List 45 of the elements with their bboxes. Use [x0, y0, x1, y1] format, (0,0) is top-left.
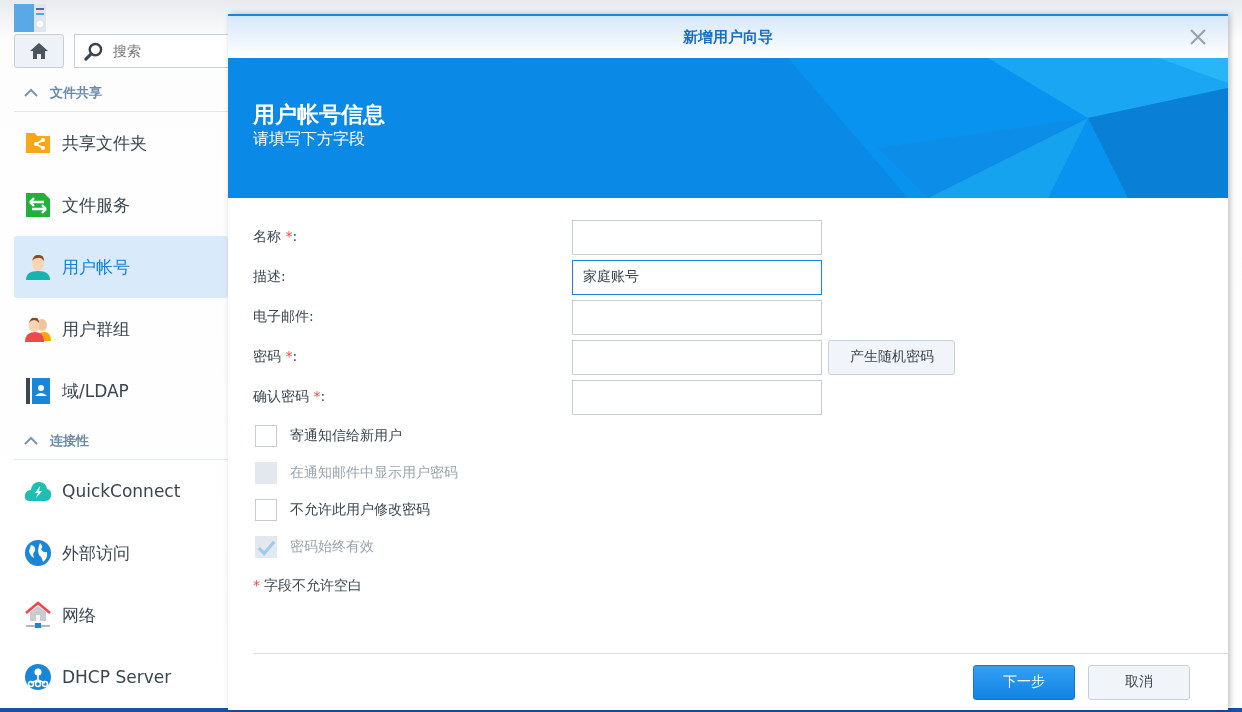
chevron-icon: [24, 436, 38, 445]
input-field[interactable]: [572, 219, 822, 255]
input-field[interactable]: 家庭账号: [572, 259, 822, 295]
sidebar-item[interactable]: 网络: [14, 584, 228, 646]
house-network-icon: [24, 601, 52, 629]
checkbox-label: 寄通知信给新用户: [290, 426, 402, 445]
input-field[interactable]: [572, 299, 822, 335]
cancel-button[interactable]: 取消: [1088, 664, 1190, 700]
field-label: 密码 *:: [253, 348, 299, 366]
sidebar-item[interactable]: QuickConnect: [14, 460, 228, 522]
field-label: 电子邮件:: [253, 308, 315, 326]
sidebar-item[interactable]: DHCP Server: [14, 646, 228, 708]
sidebar-item[interactable]: 域/LDAP: [14, 360, 228, 422]
globe-icon: [24, 539, 52, 567]
generate-password-button[interactable]: 产生随机密码: [828, 339, 955, 375]
dialog-title: 新增用户向导: [683, 27, 773, 47]
sidebar-item[interactable]: 用户群组: [14, 298, 228, 360]
user-icon: [24, 253, 52, 281]
control-panel-icon: [14, 4, 46, 32]
network-nodes-icon: [24, 663, 52, 691]
sidebar-item[interactable]: 文件服务: [14, 174, 228, 236]
close-icon[interactable]: [1190, 29, 1206, 45]
field-label: 确认密码 *:: [253, 388, 327, 406]
checkbox[interactable]: [255, 498, 277, 521]
home-icon: [29, 42, 49, 60]
field-label: 名称 *:: [253, 228, 299, 246]
user-group-icon: [24, 315, 52, 343]
banner-subtitle: 请填写下方字段: [253, 128, 366, 150]
home-button[interactable]: [14, 34, 64, 68]
contact-book-icon: [24, 377, 52, 405]
search-icon: [84, 42, 103, 61]
banner-title: 用户帐号信息: [253, 102, 386, 128]
input-field[interactable]: [572, 379, 822, 415]
sidebar-item[interactable]: 外部访问: [14, 522, 228, 584]
required-note: * 字段不允许空白: [253, 577, 364, 595]
checkbox-label: 不允许此用户修改密码: [290, 500, 430, 519]
checkbox-label: 密码始终有效: [290, 537, 374, 556]
checkbox[interactable]: [255, 424, 277, 447]
checkbox-label: 在通知邮件中显示用户密码: [290, 463, 458, 482]
field-label: 描述:: [253, 268, 287, 286]
sidebar-item[interactable]: 共享文件夹: [14, 112, 228, 174]
sidebar-item[interactable]: 用户帐号: [14, 236, 228, 298]
chevron-icon: [24, 88, 38, 97]
file-transfer-icon: [24, 191, 52, 219]
input-field[interactable]: [572, 339, 822, 375]
